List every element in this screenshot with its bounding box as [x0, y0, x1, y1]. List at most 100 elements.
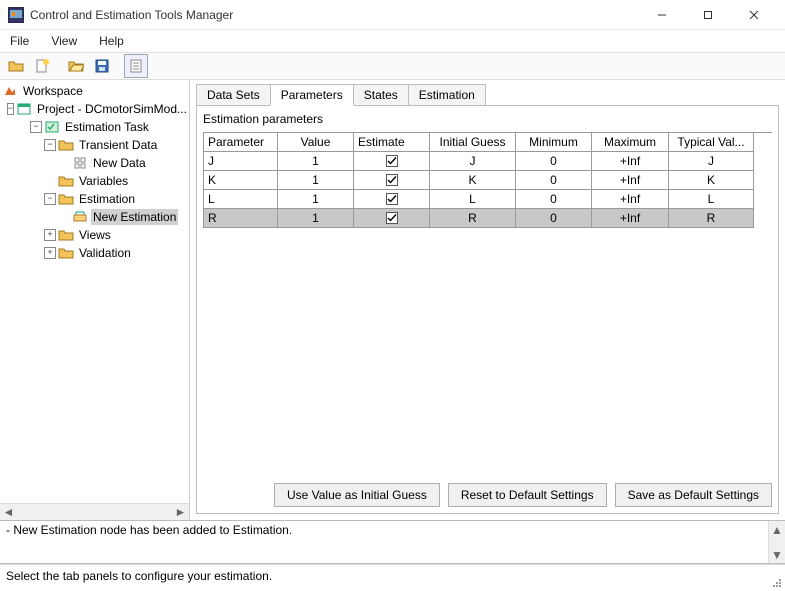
reset-to-default-button[interactable]: Reset to Default Settings: [448, 483, 607, 507]
cell-initial-guess[interactable]: J: [430, 152, 516, 171]
cell-maximum[interactable]: +Inf: [592, 190, 669, 209]
toolbar-open-folder-button[interactable]: [4, 54, 28, 78]
collapse-icon[interactable]: −: [7, 103, 14, 115]
parameters-panel: Estimation parameters Parameter Value Es…: [196, 105, 779, 514]
project-icon: [16, 101, 32, 117]
cell-typical[interactable]: K: [669, 171, 754, 190]
save-as-default-button[interactable]: Save as Default Settings: [615, 483, 772, 507]
tab-parameters[interactable]: Parameters: [270, 84, 354, 106]
col-value[interactable]: Value: [278, 133, 354, 152]
cell-value[interactable]: 1: [278, 171, 354, 190]
toolbar-notes-button[interactable]: [124, 54, 148, 78]
tree-label: Project - DCmotorSimMod...: [35, 101, 189, 117]
tree-node-views[interactable]: + Views: [2, 226, 189, 244]
cell-minimum[interactable]: 0: [516, 190, 592, 209]
toolbar-new-button[interactable]: [30, 54, 54, 78]
close-button[interactable]: [731, 0, 777, 30]
scroll-up-icon[interactable]: ▲: [769, 521, 785, 538]
table-row[interactable]: J 1 J 0 +Inf J: [204, 152, 772, 171]
log-line: - New Estimation node has been added to …: [6, 523, 779, 537]
checkbox-checked-icon[interactable]: [386, 155, 398, 167]
table-row[interactable]: K 1 K 0 +Inf K: [204, 171, 772, 190]
cell-maximum[interactable]: +Inf: [592, 171, 669, 190]
cell-parameter[interactable]: R: [204, 209, 278, 228]
tree-node-project[interactable]: − Project - DCmotorSimMod...: [2, 100, 189, 118]
col-estimate[interactable]: Estimate: [354, 133, 430, 152]
cell-maximum[interactable]: +Inf: [592, 152, 669, 171]
table-row[interactable]: R 1 R 0 +Inf R: [204, 209, 772, 228]
cell-parameter[interactable]: K: [204, 171, 278, 190]
tree-node-estimation-task[interactable]: − Estimation Task: [2, 118, 189, 136]
cell-typical[interactable]: L: [669, 190, 754, 209]
toolbar-open-button[interactable]: [64, 54, 88, 78]
checkbox-checked-icon[interactable]: [386, 174, 398, 186]
tree-horizontal-scrollbar[interactable]: ◄ ►: [0, 503, 189, 520]
table-row[interactable]: L 1 L 0 +Inf L: [204, 190, 772, 209]
resize-grip-icon[interactable]: [771, 577, 783, 589]
section-label: Estimation parameters: [203, 110, 772, 132]
col-initial-guess[interactable]: Initial Guess: [430, 133, 516, 152]
toolbar-save-button[interactable]: [90, 54, 114, 78]
scroll-right-icon[interactable]: ►: [172, 504, 189, 521]
tree-node-transient-data[interactable]: − Transient Data: [2, 136, 189, 154]
minimize-button[interactable]: [639, 0, 685, 30]
cell-initial-guess[interactable]: R: [430, 209, 516, 228]
menu-bar: File View Help: [0, 30, 785, 52]
cell-value[interactable]: 1: [278, 209, 354, 228]
collapse-icon[interactable]: −: [44, 193, 56, 205]
use-value-as-initial-guess-button[interactable]: Use Value as Initial Guess: [274, 483, 440, 507]
collapse-icon[interactable]: −: [30, 121, 42, 133]
cell-minimum[interactable]: 0: [516, 209, 592, 228]
tab-estimation[interactable]: Estimation: [408, 84, 486, 106]
folder-icon: [58, 245, 74, 261]
cell-typical[interactable]: R: [669, 209, 754, 228]
tree-label: Views: [77, 227, 113, 243]
cell-minimum[interactable]: 0: [516, 171, 592, 190]
collapse-icon[interactable]: −: [44, 139, 56, 151]
col-typical[interactable]: Typical Val...: [669, 133, 754, 152]
col-parameter[interactable]: Parameter: [204, 133, 278, 152]
tree-node-validation[interactable]: + Validation: [2, 244, 189, 262]
tab-data-sets[interactable]: Data Sets: [196, 84, 271, 106]
col-maximum[interactable]: Maximum: [592, 133, 669, 152]
tree-node-new-data[interactable]: New Data: [2, 154, 189, 172]
tree-node-workspace[interactable]: Workspace: [2, 82, 189, 100]
tree-node-estimation[interactable]: − Estimation: [2, 190, 189, 208]
main-panel: Data Sets Parameters States Estimation E…: [190, 80, 785, 520]
log-vertical-scrollbar[interactable]: ▲ ▼: [768, 521, 785, 563]
cell-value[interactable]: 1: [278, 190, 354, 209]
folder-icon: [58, 137, 74, 153]
tab-states[interactable]: States: [353, 84, 409, 106]
cell-estimate[interactable]: [354, 152, 430, 171]
cell-parameter[interactable]: L: [204, 190, 278, 209]
menu-view[interactable]: View: [47, 32, 81, 50]
toolbar: [0, 52, 785, 80]
checkbox-checked-icon[interactable]: [386, 212, 398, 224]
cell-estimate[interactable]: [354, 209, 430, 228]
status-bar: Select the tab panels to configure your …: [0, 564, 785, 586]
cell-minimum[interactable]: 0: [516, 152, 592, 171]
cell-maximum[interactable]: +Inf: [592, 209, 669, 228]
cell-estimate[interactable]: [354, 171, 430, 190]
cell-initial-guess[interactable]: K: [430, 171, 516, 190]
expand-icon[interactable]: +: [44, 229, 56, 241]
button-row: Use Value as Initial Guess Reset to Defa…: [203, 475, 772, 507]
expand-icon[interactable]: +: [44, 247, 56, 259]
cell-parameter[interactable]: J: [204, 152, 278, 171]
workspace-tree[interactable]: Workspace − Project - DCmotorSimMod... −…: [0, 80, 190, 520]
menu-file[interactable]: File: [6, 32, 33, 50]
scroll-left-icon[interactable]: ◄: [0, 504, 17, 521]
menu-help[interactable]: Help: [95, 32, 128, 50]
parameters-table[interactable]: Parameter Value Estimate Initial Guess M…: [203, 132, 772, 228]
cell-typical[interactable]: J: [669, 152, 754, 171]
tree-node-new-estimation[interactable]: New Estimation: [2, 208, 189, 226]
col-minimum[interactable]: Minimum: [516, 133, 592, 152]
maximize-button[interactable]: [685, 0, 731, 30]
checkbox-checked-icon[interactable]: [386, 193, 398, 205]
cell-estimate[interactable]: [354, 190, 430, 209]
cell-value[interactable]: 1: [278, 152, 354, 171]
scroll-down-icon[interactable]: ▼: [769, 546, 785, 563]
cell-initial-guess[interactable]: L: [430, 190, 516, 209]
log-panel[interactable]: - New Estimation node has been added to …: [0, 520, 785, 564]
tree-node-variables[interactable]: Variables: [2, 172, 189, 190]
